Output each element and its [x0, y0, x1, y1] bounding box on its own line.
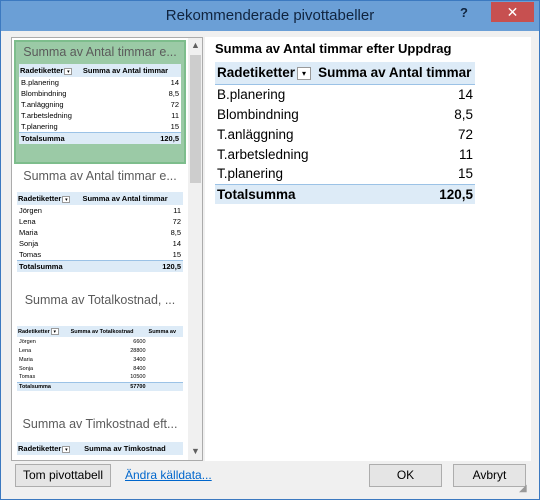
thumb-header-value: Summa av Antal timmar — [81, 64, 181, 77]
table-row: Tomas 15 — [19, 250, 181, 259]
table-row: Tomas 10500 — [19, 374, 146, 381]
pivot-preview-pane: Summa av Antal timmar efter Uppdrag Rade… — [205, 37, 531, 461]
thumb-table: Radetiketter ▾ Summa av Antal timmar B.pl… — [19, 64, 181, 144]
scroll-thumb[interactable] — [190, 55, 201, 183]
thumb-table: Radetiketter ▾ Summa av Totalkostnad Summ… — [17, 326, 183, 391]
list-scrollbar[interactable]: ▲ ▼ — [188, 38, 202, 460]
blank-pivottable-button[interactable]: Tom pivottabell — [15, 464, 111, 487]
table-row: Lena 28800 — [19, 347, 146, 354]
total-row: Totalsumma 120,5 — [215, 183, 475, 204]
table-row: T.arbetsledning 11 — [21, 111, 179, 120]
preview-title: Summa av Antal timmar efter Uppdrag — [215, 41, 452, 56]
thumb-header-row-labels: Radetiketter ▾ — [17, 326, 70, 337]
table-row: Blombindning 8,5 — [21, 89, 179, 98]
table-row: Maria 3400 — [19, 356, 146, 363]
table-row: Sonja 8400 — [19, 365, 146, 372]
change-source-data-link[interactable]: Ändra källdata... — [125, 468, 212, 482]
table-row: T.anläggning 72 — [217, 126, 473, 142]
total-row: Totalsumma 120,5 — [19, 132, 181, 144]
recommended-pivottables-dialog: Rekommenderade pivottabeller ? ✕ Summa a… — [0, 0, 540, 500]
help-button[interactable]: ? — [453, 5, 475, 25]
suggestion-thumb-1[interactable]: Summa av Antal timmar e... Radetiketter ▾… — [14, 40, 186, 164]
table-row: B.planering 14 — [217, 86, 473, 102]
total-row: Totalsumma 120,5 — [17, 260, 183, 272]
table-row: B.planering 14 — [21, 78, 179, 87]
filter-dropdown-icon: ▾ — [62, 445, 71, 453]
table-row: T.arbetsledning 11 — [217, 146, 473, 162]
table-row: Blombindning 8,5 — [217, 106, 473, 122]
thumb-table: Radetiketter ▾ Summa av Antal timmar Jörg… — [17, 192, 183, 272]
pivot-suggestions-list[interactable]: Summa av Antal timmar e... Radetiketter ▾… — [11, 37, 203, 461]
thumb-title: Summa av Antal timmar e... — [23, 45, 177, 59]
title-bar: Rekommenderade pivottabeller ? ✕ — [1, 1, 539, 31]
thumb-title: Summa av Timkostnad eft... — [22, 417, 178, 431]
header-value: Summa av Antal timmar — [316, 62, 475, 85]
thumb-title: Summa av Antal timmar e... — [23, 169, 177, 183]
filter-dropdown-icon: ▾ — [62, 195, 71, 203]
scroll-down-icon[interactable]: ▼ — [191, 446, 200, 456]
table-row: Jörgen 11 — [19, 206, 181, 215]
scroll-up-icon[interactable]: ▲ — [191, 40, 200, 50]
close-button[interactable]: ✕ — [491, 2, 534, 22]
thumb-title: Summa av Totalkostnad, ... — [24, 293, 176, 307]
suggestion-thumb-4[interactable]: Summa av Timkostnad eft... Radetiketter ▾… — [14, 414, 186, 460]
suggestion-thumb-2[interactable]: Summa av Antal timmar e... Radetiketter ▾… — [14, 166, 186, 286]
table-row: T.planering 15 — [21, 122, 179, 131]
table-row: Sonja 14 — [19, 239, 181, 248]
table-row: T.anläggning 72 — [21, 100, 179, 109]
preview-pivot-table: Radetiketter ▾ Summa av Antal timmar B.pl… — [215, 62, 475, 204]
thumb-table: Radetiketter ▾ Summa av Timkostnad — [17, 442, 183, 455]
table-row: Lena 72 — [19, 217, 181, 226]
thumb-header-value: Summa av Totalkostnad — [69, 326, 148, 337]
thumb-header-row-labels: Radetiketter ▾ — [17, 442, 84, 455]
filter-dropdown-icon: ▾ — [64, 67, 73, 75]
thumb-header-value: Summa av Timkostnad — [83, 442, 183, 455]
header-row-labels: Radetiketter ▾ — [215, 62, 317, 85]
resize-grip-icon[interactable]: ◢ — [519, 483, 533, 497]
filter-dropdown-icon: ▾ — [297, 67, 312, 81]
thumb-header-row-labels: Radetiketter ▾ — [19, 64, 82, 77]
thumb-header-value: Summa av Antal timmar — [81, 192, 183, 205]
filter-dropdown-icon: ▾ — [50, 328, 59, 335]
table-row: Maria 8,5 — [19, 228, 181, 237]
ok-button[interactable]: OK — [369, 464, 442, 487]
thumb-header-value-2: Summa av — [147, 326, 183, 337]
table-row: T.planering 15 — [217, 166, 473, 182]
table-row: Jörgen 6600 — [19, 338, 146, 345]
total-row: Totalsumma 57700 — [17, 381, 183, 391]
thumb-header-row-labels: Radetiketter ▾ — [17, 192, 82, 205]
suggestion-thumb-3[interactable]: Summa av Totalkostnad, ... Radetiketter ▾… — [14, 290, 186, 402]
cancel-button[interactable]: Avbryt — [453, 464, 526, 487]
